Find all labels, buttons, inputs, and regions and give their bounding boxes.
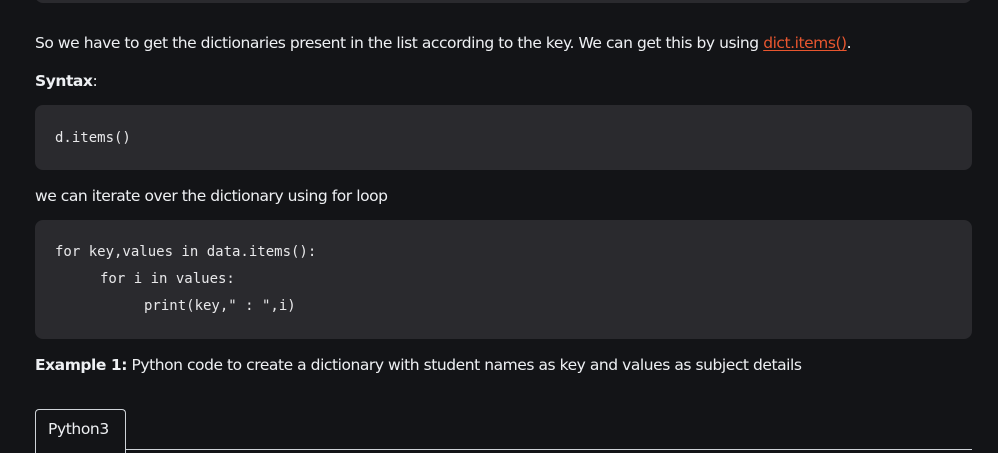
intro-text: So we have to get the dictionaries prese…: [35, 34, 764, 52]
intro-paragraph: So we have to get the dictionaries prese…: [35, 32, 852, 54]
example-text: Python code to create a dictionary with …: [127, 356, 802, 374]
previous-code-block: [35, 0, 972, 3]
dict-items-link[interactable]: dict.items(): [763, 34, 847, 52]
code-line: for key,values in data.items():: [55, 244, 317, 260]
syntax-code-line: d.items(): [55, 130, 131, 146]
tab-bar-divider: [35, 449, 972, 450]
syntax-colon: :: [92, 72, 98, 90]
syntax-label: Syntax: [35, 72, 93, 90]
iterate-paragraph: we can iterate over the dictionary using…: [35, 187, 388, 205]
loop-code-block: for key,values in data.items(): for i in…: [35, 220, 972, 339]
code-line: for i in values:: [100, 271, 235, 287]
syntax-code-block: d.items(): [35, 105, 972, 170]
intro-end: .: [846, 34, 852, 52]
tab-python3[interactable]: Python3: [35, 409, 126, 453]
tab-label: Python3: [48, 420, 109, 438]
example-paragraph: Example 1: Python code to create a dicti…: [35, 354, 802, 376]
syntax-heading: Syntax:: [35, 70, 98, 92]
example-label: Example 1:: [35, 356, 127, 374]
code-line: print(key," : ",i): [144, 298, 296, 314]
